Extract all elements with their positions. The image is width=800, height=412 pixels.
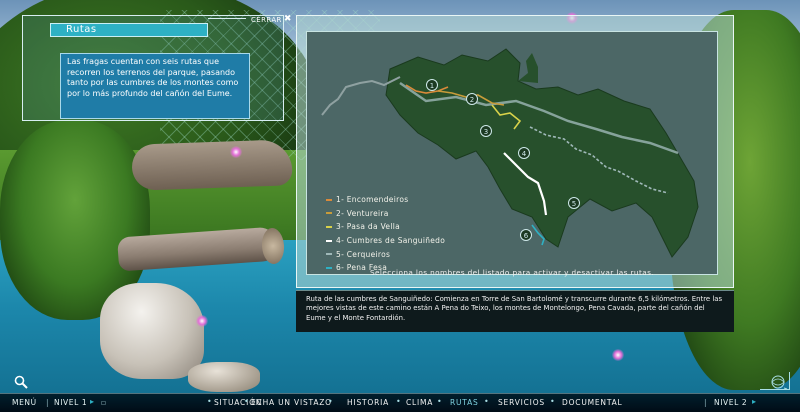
legend-label: 1- Encomendeiros (336, 195, 409, 205)
info-title: Rutas (66, 24, 97, 35)
route-legend: 1- Encomendeiros 2- Ventureira 3- Pasa d… (326, 193, 445, 275)
close-button[interactable]: CERRAR ✖ (251, 15, 292, 24)
nav-dot: • (244, 397, 249, 406)
bar-divider: | (704, 398, 707, 407)
hotspot-marker[interactable] (196, 315, 208, 327)
level-1-button[interactable]: NIVEL 1 (54, 398, 87, 407)
menu-button[interactable]: MENÚ (12, 398, 37, 407)
legend-item-encomendeiros[interactable]: 1- Encomendeiros (326, 193, 445, 207)
fallen-log-upper (131, 139, 293, 191)
legend-swatch (326, 212, 332, 215)
nav-dot: • (328, 397, 333, 406)
nav-rutas[interactable]: RUTAS (450, 398, 479, 407)
nav-dot: • (550, 397, 555, 406)
hotspot-marker[interactable] (230, 146, 242, 158)
park-area-tail (518, 53, 538, 83)
map-instructions: Selecciona los nombres del listado para … (369, 268, 655, 277)
svg-text:2: 2 (470, 96, 474, 104)
nav-echa-un-vistazo[interactable]: ECHA UN VISTAZO (251, 398, 332, 407)
arrow-right-icon: ▸ (90, 397, 95, 406)
legend-swatch (326, 225, 332, 228)
nav-clima[interactable]: CLIMA (406, 398, 433, 407)
hotspot-marker[interactable] (612, 349, 624, 361)
info-description: Las fragas cuentan con seis rutas que re… (67, 57, 239, 98)
level-2-button[interactable]: NIVEL 2 (714, 398, 747, 407)
arrow-right-icon: ▸ (752, 397, 757, 406)
close-icon: ✖ (283, 14, 292, 24)
route-marker-2[interactable]: 2 (466, 93, 478, 105)
bar-divider: | (46, 398, 49, 407)
route-marker-5[interactable]: 5 (568, 197, 580, 209)
route-marker-3[interactable]: 3 (480, 125, 492, 137)
legend-swatch (326, 253, 332, 256)
white-rock (100, 283, 204, 379)
legend-label: 2- Ventureira (336, 208, 389, 218)
square-icon: ▫ (101, 398, 107, 407)
legend-item-cerqueiros[interactable]: 5- Cerqueiros (326, 247, 445, 261)
svg-text:1: 1 (430, 82, 434, 90)
nav-documental[interactable]: DOCUMENTAL (562, 398, 623, 407)
globe-logo-icon (771, 375, 788, 390)
nav-dot: • (484, 397, 489, 406)
svg-text:3: 3 (484, 128, 488, 136)
route-description: Ruta de las cumbres de Sanguiñedo: Comie… (306, 295, 723, 322)
svg-text:6: 6 (524, 232, 529, 240)
legend-label: 4- Cumbres de Sanguiñedo (336, 236, 446, 246)
nav-dot: • (396, 397, 401, 406)
svg-text:4: 4 (522, 150, 527, 158)
close-label: CERRAR (251, 15, 282, 24)
nav-historia[interactable]: HISTORIA (347, 398, 389, 407)
legend-item-ventureira[interactable]: 2- Ventureira (326, 207, 445, 221)
route-marker-4[interactable]: 4 (518, 147, 530, 159)
legend-item-pasa-da-vella[interactable]: 3- Pasa da Vella (326, 220, 445, 234)
info-text-box: Las fragas cuentan con seis rutas que re… (60, 53, 250, 119)
nav-dot: • (207, 397, 212, 406)
legend-swatch (326, 198, 332, 201)
svg-text:5: 5 (572, 200, 576, 208)
route-description-box: Ruta de las cumbres de Sanguiñedo: Comie… (296, 290, 734, 332)
nav-dot: • (437, 397, 442, 406)
magnifier-icon[interactable] (14, 375, 28, 389)
legend-label: 5- Cerqueiros (336, 249, 391, 259)
small-rock (188, 362, 260, 392)
legend-label: 3- Pasa da Vella (336, 222, 400, 232)
nav-servicios[interactable]: SERVICIOS (498, 398, 545, 407)
route-marker-6[interactable]: 6 (520, 229, 532, 241)
route-marker-1[interactable]: 1 (426, 79, 438, 91)
close-divider (208, 18, 246, 19)
legend-item-cumbres-de-sanguinedo[interactable]: 4- Cumbres de Sanguiñedo (326, 234, 445, 248)
legend-swatch (326, 239, 332, 242)
